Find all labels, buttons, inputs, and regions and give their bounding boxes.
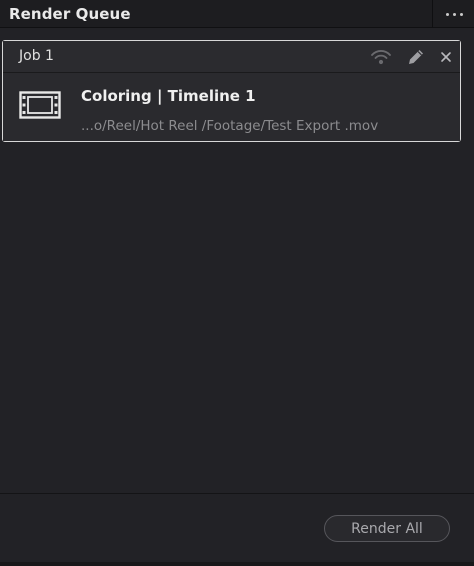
close-icon[interactable] xyxy=(435,47,457,67)
panel-footer: Render All xyxy=(0,493,474,566)
clip-output-path: ...o/Reel/Hot Reel /Footage/Test Export … xyxy=(81,118,379,134)
edit-pencil-icon[interactable] xyxy=(405,47,427,67)
panel-header: Render Queue xyxy=(0,0,474,28)
more-options-button[interactable] xyxy=(437,2,471,26)
panel-title: Render Queue xyxy=(9,5,131,23)
job-header: Job 1 xyxy=(3,41,460,73)
close-icon-svg xyxy=(441,52,451,62)
panel-bottom-edge xyxy=(0,562,474,566)
remote-render-icon[interactable] xyxy=(370,47,392,67)
more-horizontal-icon-dot xyxy=(459,12,463,16)
job-clip-row: Coloring | Timeline 1 ...o/Reel/Hot Reel… xyxy=(3,73,460,141)
film-strip-icon xyxy=(19,91,61,123)
clip-title: Coloring | Timeline 1 xyxy=(81,87,256,105)
edit-pencil-icon-svg xyxy=(409,50,423,64)
render-all-button[interactable]: Render All xyxy=(324,515,450,542)
job-card[interactable]: Job 1 Coloring | Timeline 1 ...o/Reel/Ho… xyxy=(2,40,461,142)
header-divider xyxy=(432,0,433,28)
remote-render-icon-svg xyxy=(371,50,391,65)
more-horizontal-icon xyxy=(445,12,449,16)
more-horizontal-icon-dot xyxy=(452,12,456,16)
film-strip-icon-svg xyxy=(19,91,61,119)
job-title: Job 1 xyxy=(19,48,54,64)
render-queue-panel: Render Queue Job 1 Coloring | Timeline 1… xyxy=(0,0,474,566)
